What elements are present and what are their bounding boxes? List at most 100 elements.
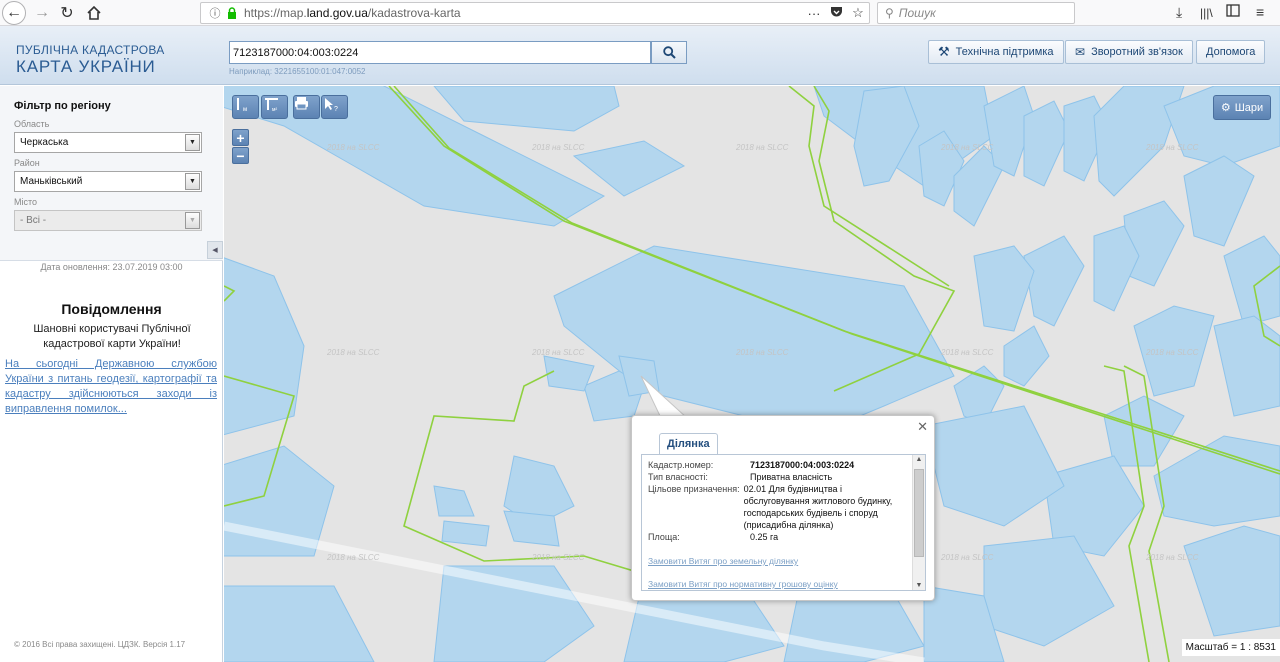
watermark: 2018 на SLCC — [736, 348, 789, 357]
cadastral-value: 7123187000:04:003:0224 — [750, 460, 855, 470]
scroll-thumb[interactable] — [914, 469, 924, 557]
url-path: /kadastrova-karta — [367, 6, 461, 20]
search-icon — [662, 46, 676, 59]
scroll-up-icon[interactable]: ▲ — [913, 456, 925, 463]
page-actions-icon[interactable]: ··· — [803, 6, 825, 21]
watermark: 2018 на SLCC — [1146, 553, 1199, 562]
info-icon[interactable]: ⓘ — [207, 5, 223, 21]
forward-button[interactable]: → — [30, 1, 54, 25]
map-canvas[interactable]: 2018 на SLCC 2018 на SLCC 2018 на SLCC 2… — [224, 86, 1280, 662]
collapse-sidebar-button[interactable]: ◀ — [207, 241, 223, 259]
support-label: Технічна підтримка — [955, 46, 1054, 58]
back-button[interactable]: ← — [2, 1, 26, 25]
support-button[interactable]: ⚒ Технічна підтримка — [928, 40, 1064, 64]
popup-content: Кадастр.номер: 7123187000:04:003:0224 Тип… — [648, 459, 908, 589]
address-bar[interactable]: ⓘ https://map.land.gov.ua/kadastrova-kar… — [200, 2, 870, 24]
watermark: 2018 на SLCC — [327, 348, 380, 357]
cadastral-label: Кадастр.номер: — [648, 460, 714, 470]
order-valuation-link[interactable]: Замовити Витяг про нормативну грошову оц… — [648, 579, 908, 589]
arrow-right-icon: → — [34, 4, 50, 21]
ownership-label: Тип власності: — [648, 472, 708, 482]
zoom-out-button[interactable]: − — [232, 147, 249, 164]
ruler-icon: м — [237, 98, 247, 112]
print-button[interactable] — [293, 95, 320, 119]
scroll-down-icon[interactable]: ▼ — [913, 582, 925, 589]
reload-button[interactable]: ↻ — [55, 1, 79, 25]
district-value: Маньківський — [20, 176, 83, 187]
measure-distance-button[interactable]: м — [232, 95, 259, 119]
envelope-icon: ✉ — [1075, 45, 1086, 59]
sidebar-toggle-icon[interactable] — [1226, 4, 1240, 20]
area-label: Площа: — [648, 532, 680, 542]
library-icon[interactable]: |||\ — [1200, 6, 1213, 20]
dropdown-arrow-icon: ▼ — [185, 134, 200, 151]
popup-scrollbar[interactable]: ▲ ▼ — [912, 455, 925, 590]
watermark: 2018 на SLCC — [941, 348, 994, 357]
region-filter: Фільтр по регіону Область Черкаська ▼ Рай… — [0, 86, 223, 261]
pointer-question-icon: ? — [325, 98, 338, 112]
sidebar: Фільтр по регіону Область Черкаська ▼ Рай… — [0, 86, 223, 662]
svg-text:м²: м² — [272, 107, 277, 112]
purpose-row: Цільове призначення: 02.01 Для будівництв… — [648, 483, 908, 531]
tab-parcel[interactable]: Ділянка — [659, 433, 718, 454]
city-label: Місто — [14, 197, 38, 207]
triangle-left-icon: ◀ — [212, 247, 218, 254]
gear-icon: ⚙ — [1220, 102, 1231, 114]
layers-label: Шари — [1234, 101, 1264, 114]
watermark: 2018 на SLCC — [941, 143, 994, 152]
help-label: Допомога — [1206, 46, 1256, 58]
ownership-row: Тип власності: Приватна власність — [648, 471, 908, 483]
purpose-value: 02.01 Для будівництва і обслуговування ж… — [743, 484, 893, 530]
notice-link[interactable]: На сьогодні Державною службою України з … — [5, 357, 217, 417]
district-label: Район — [14, 158, 40, 168]
download-icon[interactable]: ⤓ — [1176, 4, 1182, 21]
minus-icon: − — [236, 147, 245, 164]
region-select[interactable]: Черкаська ▼ — [14, 132, 202, 153]
home-icon — [87, 6, 101, 20]
popup-panel: Кадастр.номер: 7123187000:04:003:0224 Тип… — [641, 454, 926, 591]
feedback-button[interactable]: ✉ Зворотний зв'язок — [1065, 40, 1193, 64]
bookmark-star-icon[interactable]: ☆ — [847, 5, 869, 21]
city-select: - Всі - ▼ — [14, 210, 202, 231]
cadastral-search-input[interactable] — [229, 41, 651, 64]
zoom-in-button[interactable]: + — [232, 129, 249, 146]
notice-title: Повідомлення — [61, 301, 162, 317]
home-button[interactable] — [82, 1, 106, 25]
lock-icon — [226, 7, 238, 19]
region-label: Область — [14, 119, 50, 129]
city-value: - Всі - — [20, 215, 47, 226]
tools-icon: ⚒ — [938, 44, 950, 59]
logo-line1: ПУБЛІЧНА КАДАСТРОВА — [16, 43, 165, 57]
dropdown-arrow-icon: ▼ — [185, 173, 200, 190]
ownership-value: Приватна власність — [750, 472, 833, 482]
parcel-popup: ✕ Ділянка Кадастр.номер: 7123187000:04:00… — [631, 415, 935, 601]
arrow-left-icon: ← — [6, 4, 22, 21]
measure-area-button[interactable]: м² — [261, 95, 288, 119]
browser-search-input[interactable]: ⚲ Пошук — [877, 2, 1075, 24]
layers-button[interactable]: ⚙ Шари — [1213, 95, 1271, 120]
help-button[interactable]: Допомога — [1196, 40, 1266, 64]
identify-button[interactable]: ? — [321, 95, 348, 119]
watermark: 2018 на SLCC — [532, 143, 585, 152]
site-header: ПУБЛІЧНА КАДАСТРОВА КАРТА УКРАЇНИ Наприк… — [0, 26, 1280, 85]
watermark: 2018 на SLCC — [1146, 348, 1199, 357]
menu-icon[interactable]: ≡ — [1256, 4, 1264, 20]
url-domain: land.gov.ua — [306, 6, 368, 20]
watermark: 2018 на SLCC — [327, 553, 380, 562]
search-example: Наприклад: 3221655100:01:047:0052 — [229, 67, 366, 76]
watermark: 2018 на SLCC — [532, 553, 585, 562]
search-button[interactable] — [651, 41, 687, 64]
reload-icon: ↻ — [60, 5, 74, 22]
popup-pointer — [640, 375, 689, 419]
update-date: Дата оновлення: 23.07.2019 03:00 — [40, 262, 183, 272]
area-row: Площа: 0.25 га — [648, 531, 908, 543]
order-extract-link[interactable]: Замовити Витяг про земельну ділянку — [648, 556, 908, 566]
search-icon: ⚲ — [885, 6, 894, 20]
map-scale: Масштаб = 1 : 8531 — [1181, 639, 1280, 656]
district-select[interactable]: Маньківський ▼ — [14, 171, 202, 192]
pocket-icon[interactable] — [825, 6, 847, 21]
close-icon[interactable]: ✕ — [917, 419, 928, 435]
notice-text: Шановні користувачі Публічної кадастрово… — [33, 323, 191, 350]
purpose-label: Цільове призначення: — [648, 484, 740, 494]
browser-toolbar: ← → ↻ ⓘ https://map.land.gov.ua/kadastro… — [0, 0, 1280, 26]
